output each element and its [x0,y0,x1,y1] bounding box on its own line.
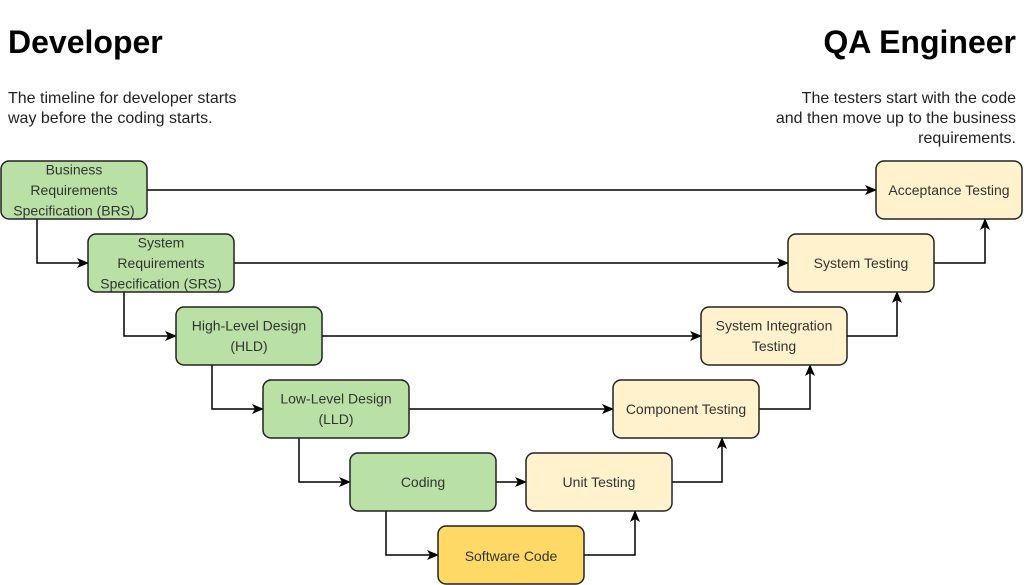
node-label: Business [46,161,103,177]
node-unit: Unit Testing [525,452,673,512]
node-srs: System Requirements Specification (SRS) [87,233,235,293]
node-label: System Testing [814,255,909,271]
arrow-lld-to-coding [298,438,351,487]
node-box [700,306,848,366]
arrow-brs-to-srs [36,219,89,268]
node-coding: Coding [349,452,497,512]
node-label: Acceptance Testing [888,182,1009,198]
node-label: (HLD) [230,338,267,354]
node-brs: Business Requirements Specification (BRS) [0,160,148,220]
node-hld: High-Level Design (HLD) [175,306,323,366]
node-label: Component Testing [626,401,746,417]
node-label: Testing [752,338,796,354]
node-label: Coding [401,474,445,490]
node-label: Specification (BRS) [13,202,134,218]
node-box [262,379,410,439]
node-label: System Integration [716,318,833,334]
node-label: Requirements [30,182,117,198]
node-box [175,306,323,366]
arrow-system-to-acceptance [934,218,990,264]
arrow-coding-to-code [385,511,439,560]
node-label: Software Code [465,548,558,564]
node-label: Unit Testing [563,474,636,490]
node-code: Software Code [437,525,585,585]
v-model-diagram: BusinessRequirementsSpecification (BRS)S… [0,160,1023,585]
node-sit: System Integration Testing [700,306,848,366]
node-label: Specification (SRS) [100,275,221,291]
arrow-hld-to-lld [211,365,264,414]
arrow-unit-to-component [672,437,727,483]
arrow-code-to-unit [584,510,640,556]
node-label: High-Level Design [192,318,306,334]
node-label: Requirements [117,255,204,271]
node-label: Low-Level Design [280,391,391,407]
arrow-component-to-sit [759,364,815,410]
node-label: (LLD) [318,411,353,427]
node-system: System Testing [787,233,935,293]
arrow-srs-to-hld [123,292,177,341]
arrow-sit-to-system [847,291,902,337]
node-component: Component Testing [612,379,760,439]
node-acceptance: Acceptance Testing [875,160,1023,220]
node-lld: Low-Level Design (LLD) [262,379,410,439]
node-label: System [138,234,185,250]
